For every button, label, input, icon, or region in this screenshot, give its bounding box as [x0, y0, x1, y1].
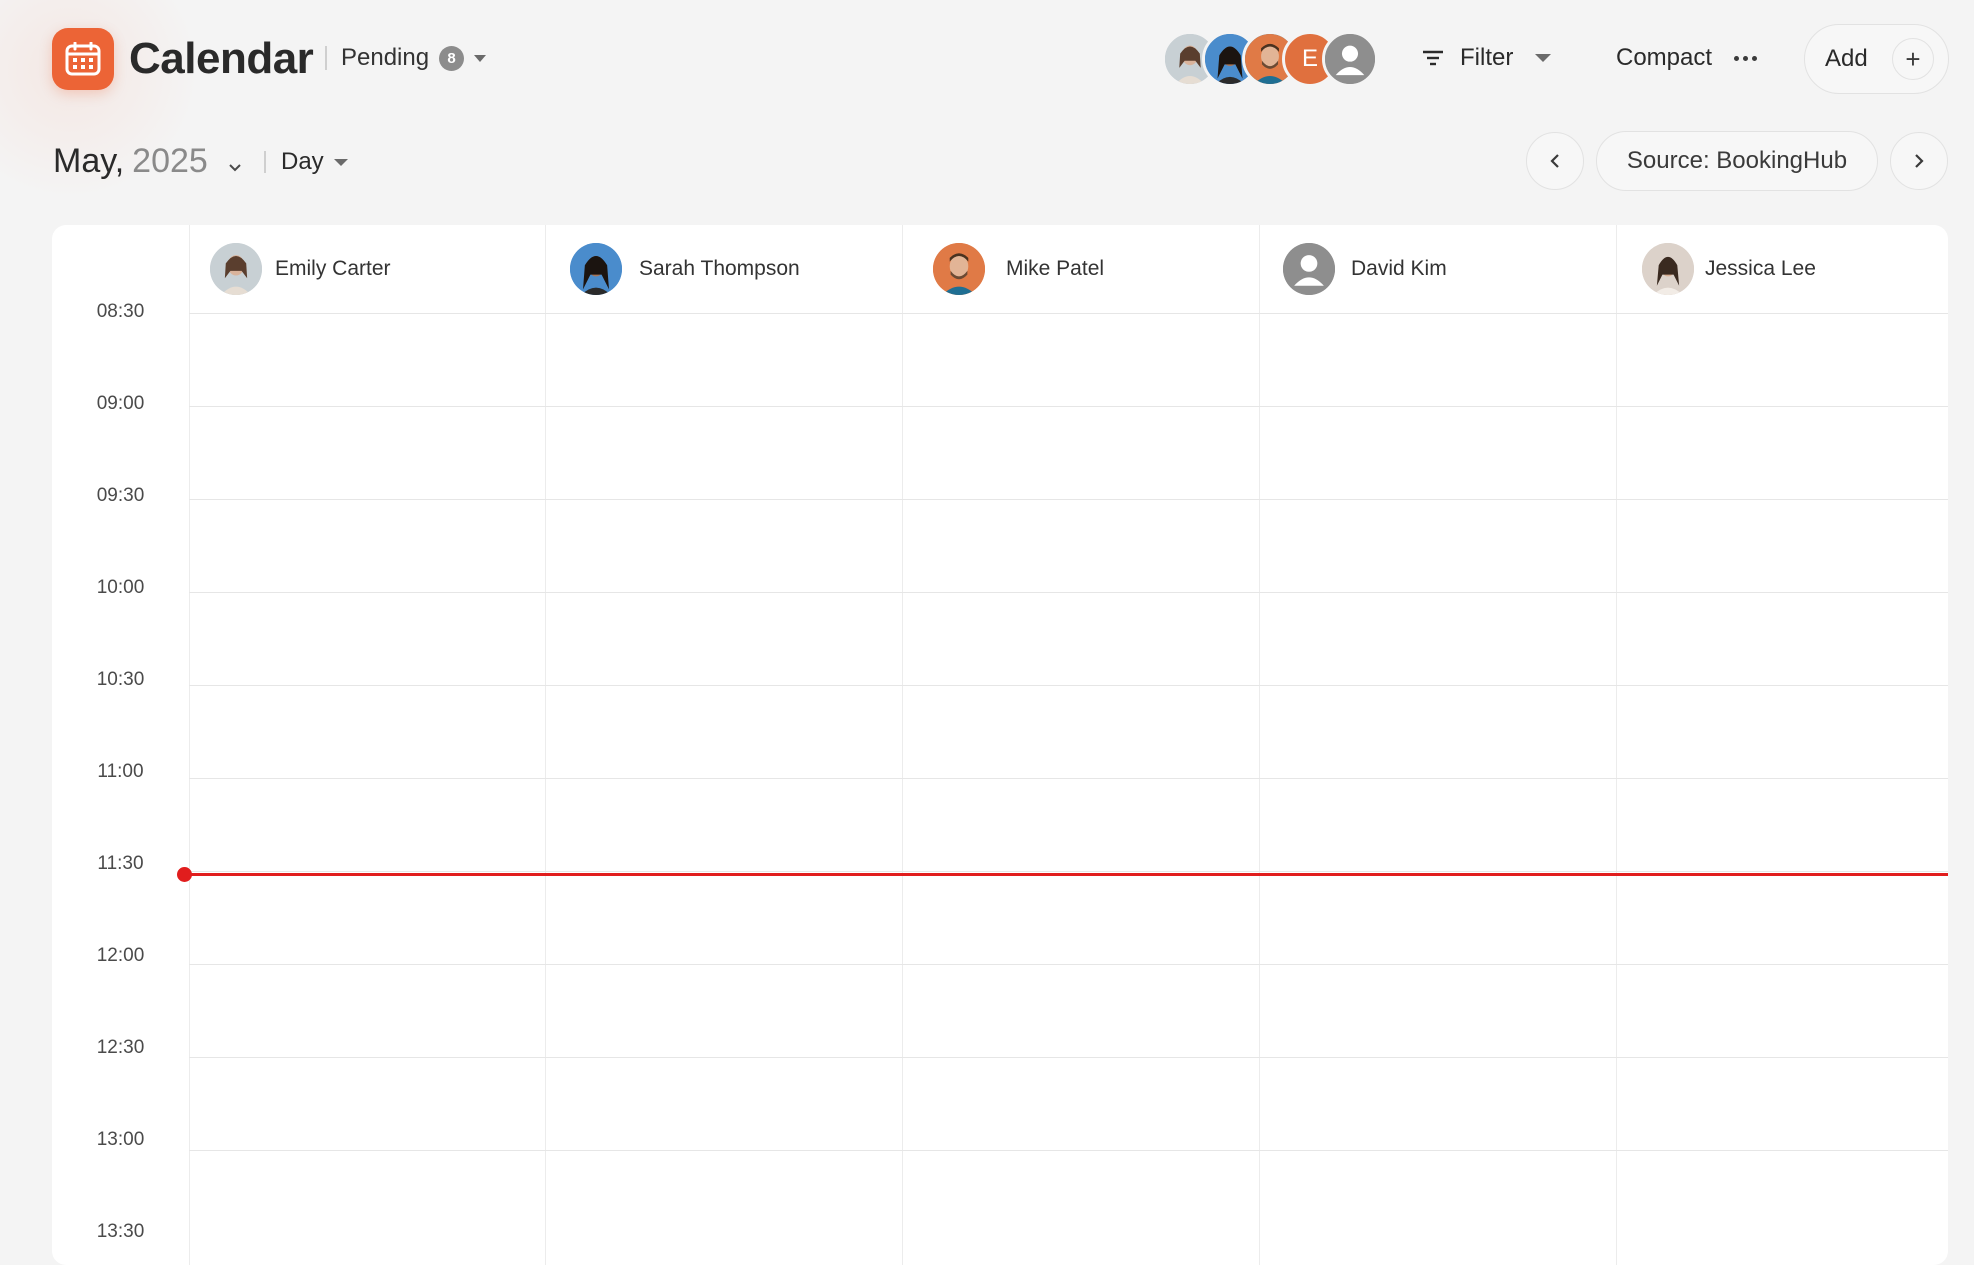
staff-column-header[interactable]: Sarah Thompson	[570, 225, 800, 313]
staff-name: Sarah Thompson	[639, 257, 800, 280]
slot-line	[189, 1150, 1948, 1151]
caret-down-icon	[333, 158, 348, 166]
time-label: 12:00	[96, 945, 145, 966]
caret-down-icon	[1535, 54, 1552, 62]
compact-toggle[interactable]: Compact	[1616, 44, 1758, 72]
filter-button[interactable]: Filter	[1422, 44, 1552, 72]
user-icon[interactable]	[1322, 31, 1378, 87]
avatar	[1642, 243, 1694, 295]
slot-line	[189, 592, 1948, 593]
time-label: 10:30	[96, 669, 145, 690]
staff-name: Jessica Lee	[1705, 257, 1816, 280]
time-label: 11:00	[97, 761, 144, 782]
time-label: 13:00	[96, 1129, 145, 1150]
filter-icon	[1423, 50, 1443, 66]
year-label: 2025	[132, 142, 208, 180]
avatar	[933, 243, 985, 295]
avatar	[570, 243, 622, 295]
column-divider	[189, 225, 190, 1265]
source-button[interactable]: Source: BookingHub	[1596, 131, 1878, 191]
current-time-line	[184, 873, 1948, 876]
staff-column-header[interactable]: David Kim	[1283, 225, 1447, 313]
pending-dropdown[interactable]: Pending 8	[341, 44, 487, 72]
more-icon[interactable]	[1734, 55, 1758, 61]
chevron-left-icon	[1550, 154, 1559, 168]
prev-button[interactable]	[1526, 132, 1584, 190]
caret-down-icon	[474, 54, 487, 62]
next-button[interactable]	[1890, 132, 1948, 190]
staff-name: Emily Carter	[275, 257, 391, 280]
chevron-down-icon	[229, 164, 241, 172]
time-label: 13:30	[96, 1221, 145, 1242]
divider	[264, 151, 266, 173]
slot-line	[189, 313, 1948, 314]
time-label: 12:30	[96, 1037, 145, 1058]
time-label: 08:30	[96, 301, 145, 322]
staff-column-header[interactable]: Mike Patel	[933, 225, 1104, 313]
view-dropdown[interactable]: Day	[281, 148, 348, 176]
slot-line	[189, 406, 1948, 407]
column-divider	[1616, 225, 1617, 1265]
column-divider	[902, 225, 903, 1265]
view-label: Day	[281, 148, 324, 175]
chevron-right-icon	[1915, 154, 1924, 168]
month-selector[interactable]: May, 2025	[53, 142, 242, 181]
plus-icon[interactable]: +	[1892, 38, 1934, 80]
time-label: 09:30	[96, 485, 145, 506]
calendar-icon[interactable]	[52, 28, 114, 90]
user-icon	[1283, 243, 1335, 295]
slot-line	[189, 778, 1948, 779]
add-label: Add	[1825, 45, 1868, 72]
staff-name: Mike Patel	[1006, 257, 1105, 280]
column-divider	[545, 225, 546, 1265]
day-calendar-grid: Emily Carter Sarah Thompson Mike Patel D…	[52, 225, 1948, 1265]
source-label: Source: BookingHub	[1626, 147, 1848, 174]
month-label: May,	[53, 142, 125, 180]
column-divider	[1259, 225, 1260, 1265]
add-button[interactable]: Add +	[1804, 24, 1949, 94]
time-label: 09:00	[96, 393, 145, 414]
time-label: 11:30	[97, 853, 144, 874]
current-time-dot	[177, 867, 192, 882]
compact-label: Compact	[1616, 44, 1713, 71]
pending-count-badge: 8	[439, 45, 465, 71]
app-title: Calendar	[129, 34, 314, 83]
slot-line	[189, 1057, 1948, 1058]
slot-line	[189, 871, 1948, 872]
divider	[325, 46, 327, 70]
pending-label: Pending	[341, 44, 430, 71]
slot-line	[189, 964, 1948, 965]
avatar	[210, 243, 262, 295]
slot-line	[189, 499, 1948, 500]
staff-column-header[interactable]: Emily Carter	[210, 225, 391, 313]
staff-column-header[interactable]: Jessica Lee	[1642, 225, 1816, 313]
filter-label: Filter	[1460, 44, 1514, 71]
top-bar: Calendar Pending 8 E Filter Compact Add …	[0, 0, 1974, 118]
time-label: 10:00	[96, 577, 145, 598]
slot-line	[189, 685, 1948, 686]
staff-name: David Kim	[1351, 257, 1447, 280]
